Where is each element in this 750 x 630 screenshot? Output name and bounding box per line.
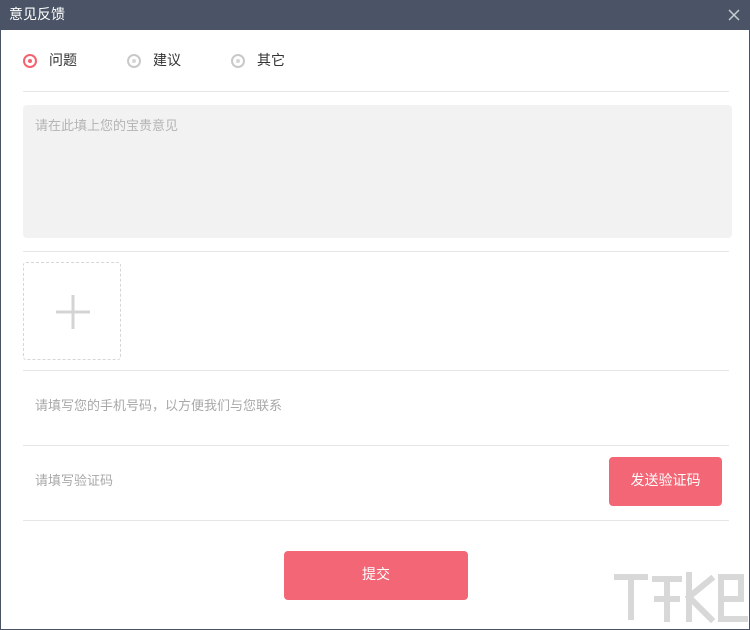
divider xyxy=(23,520,729,521)
divider xyxy=(23,91,729,92)
radio-label: 建议 xyxy=(153,53,181,69)
radio-label: 问题 xyxy=(49,53,77,69)
divider xyxy=(23,370,729,371)
close-icon[interactable] xyxy=(727,8,741,22)
feedback-dialog: 意见反馈 问题 建议 其它 请在此填上您的宝贵意见 请填写您的手机号码，以方便我… xyxy=(0,0,750,630)
divider xyxy=(23,251,729,252)
watermark-logo xyxy=(614,572,748,624)
phone-placeholder: 请填写您的手机号码，以方便我们与您联系 xyxy=(35,399,283,414)
title-bar[interactable]: 意见反馈 xyxy=(1,1,749,30)
code-placeholder: 请填写验证码 xyxy=(35,474,114,489)
divider xyxy=(23,445,729,446)
radio-checked-icon xyxy=(23,54,37,68)
window-title: 意见反馈 xyxy=(9,7,65,23)
feedback-textarea[interactable]: 请在此填上您的宝贵意见 xyxy=(23,105,732,238)
radio-unchecked-icon xyxy=(231,54,245,68)
radio-label: 其它 xyxy=(257,53,285,69)
submit-button[interactable]: 提交 xyxy=(284,551,468,600)
verification-code-input[interactable]: 请填写验证码 xyxy=(23,467,603,497)
send-code-button[interactable]: 发送验证码 xyxy=(609,457,722,506)
phone-input[interactable]: 请填写您的手机号码，以方便我们与您联系 xyxy=(23,392,603,422)
plus-icon xyxy=(56,295,90,329)
image-upload-button[interactable] xyxy=(23,262,121,360)
radio-unchecked-icon xyxy=(127,54,141,68)
feedback-placeholder: 请在此填上您的宝贵意见 xyxy=(35,119,179,134)
